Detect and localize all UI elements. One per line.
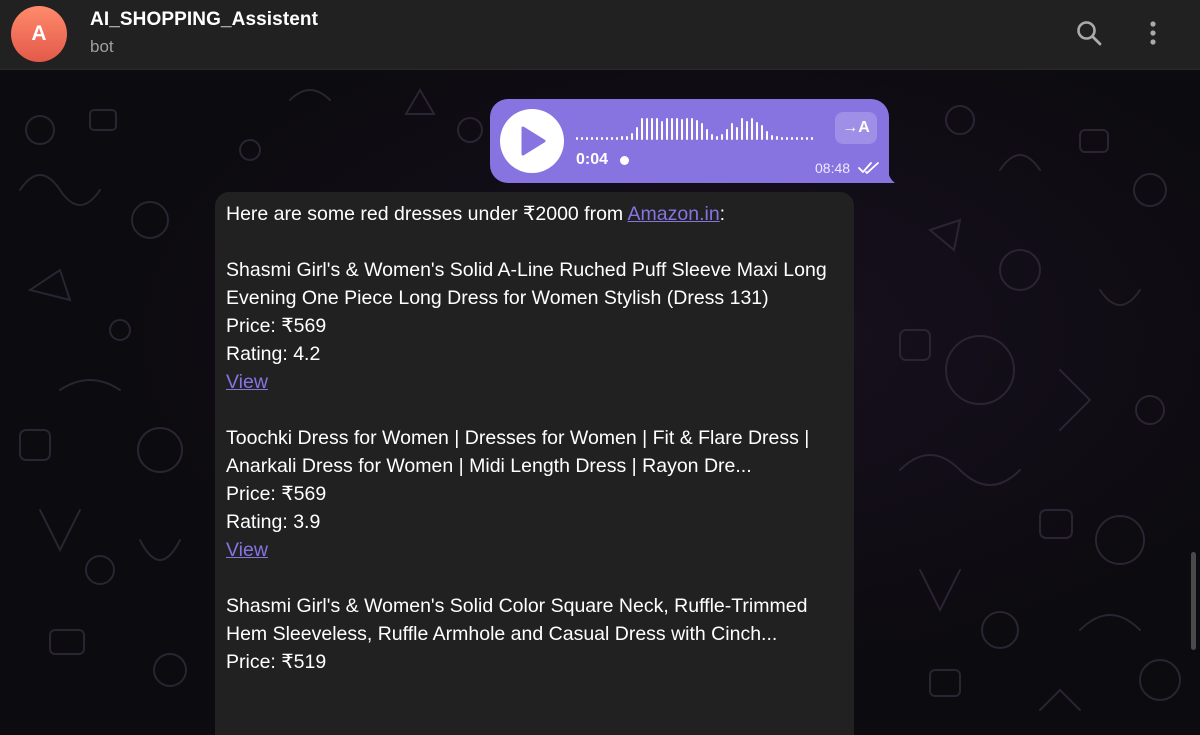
message-intro: Here are some red dresses under ₹2000 fr… bbox=[226, 203, 726, 225]
product-price: Price: ₹569 bbox=[226, 315, 327, 337]
product-name: Shasmi Girl's & Women's Solid A-Line Ruc… bbox=[226, 259, 827, 309]
voice-duration: 0:04 bbox=[576, 151, 609, 168]
chat-subtitle: bot bbox=[90, 37, 114, 56]
avatar[interactable]: A bbox=[11, 6, 67, 62]
chat-title[interactable]: AI_SHOPPING_Assistent bbox=[90, 9, 318, 31]
scrollbar[interactable] bbox=[1191, 552, 1196, 650]
product-rating: Rating: 3.9 bbox=[226, 511, 321, 533]
double-check-icon bbox=[858, 162, 879, 174]
play-button[interactable] bbox=[500, 109, 564, 173]
transcribe-label: →A bbox=[842, 119, 870, 136]
unplayed-dot bbox=[620, 156, 629, 165]
chat-window: A AI_SHOPPING_Assistent bot 0:04 →A 08:4… bbox=[0, 0, 1200, 735]
message-time: 08:48 bbox=[815, 160, 851, 176]
product-price: Price: ₹519 bbox=[226, 651, 327, 673]
chat-header[interactable]: A AI_SHOPPING_Assistent bot bbox=[0, 0, 1200, 70]
bubble-tail bbox=[884, 164, 895, 183]
amazon-link[interactable]: Amazon.in bbox=[628, 203, 720, 225]
bot-message-bubble: Here are some red dresses under ₹2000 fr… bbox=[215, 192, 854, 735]
avatar-letter: A bbox=[31, 22, 47, 45]
transcribe-button[interactable]: →A bbox=[835, 112, 877, 144]
product-view-link[interactable]: View bbox=[226, 371, 268, 393]
search-icon bbox=[1077, 21, 1102, 46]
product-name: Shasmi Girl's & Women's Solid Color Squa… bbox=[226, 595, 808, 645]
product-name: Toochki Dress for Women | Dresses for Wo… bbox=[226, 427, 810, 477]
search-button[interactable] bbox=[1069, 13, 1109, 53]
waveform[interactable] bbox=[576, 117, 826, 145]
product-price: Price: ₹569 bbox=[226, 483, 327, 505]
more-vertical-icon bbox=[1150, 21, 1156, 45]
more-button[interactable] bbox=[1133, 13, 1173, 53]
product-rating: Rating: 4.2 bbox=[226, 343, 321, 365]
play-icon bbox=[521, 126, 546, 156]
product-view-link[interactable]: View bbox=[226, 539, 268, 561]
voice-message-bubble: 0:04 →A 08:48 bbox=[490, 99, 889, 183]
